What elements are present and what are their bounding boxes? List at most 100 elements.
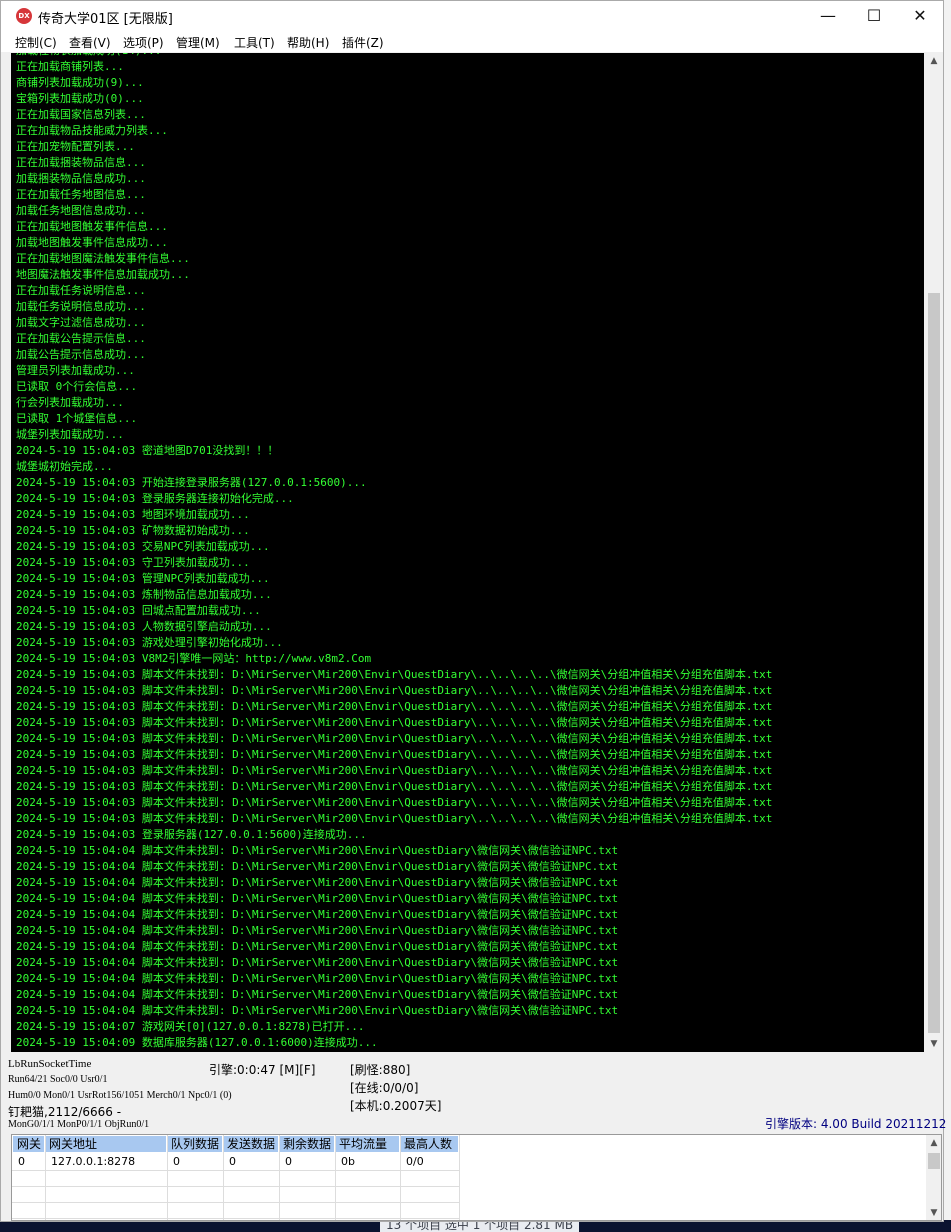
menu-control[interactable]: 控制(C) (15, 34, 57, 51)
log-line: 城堡列表加载成功... (16, 428, 124, 441)
log-line: 商铺列表加载成功(9)... (16, 76, 144, 89)
gate-cell-id: 0 (18, 1155, 25, 1168)
log-line: 2024-5-19 15:04:03 脚本文件未找到: D:\MirServer… (16, 732, 773, 745)
log-line: 正在加载公告提示信息... (16, 332, 146, 345)
log-line: 2024-5-19 15:04:04 脚本文件未找到: D:\MirServer… (16, 892, 619, 905)
log-line: 2024-5-19 15:04:03 脚本文件未找到: D:\MirServer… (16, 796, 773, 809)
run-stats: Run64/21 Soc0/0 Usr0/1 (8, 1074, 108, 1085)
log-line: 2024-5-19 15:04:03 登录服务器(127.0.0.1:5600)… (16, 828, 367, 841)
log-line: 2024-5-19 15:04:07 游戏网关[0](127.0.0.1:827… (16, 1020, 365, 1033)
gate-col-header[interactable]: 网关地址 (45, 1136, 167, 1152)
minimize-icon[interactable]: — (805, 1, 851, 32)
log-line: 2024-5-19 15:04:04 脚本文件未找到: D:\MirServer… (16, 940, 619, 953)
log-line: 2024-5-19 15:04:03 地图环境加载成功... (16, 508, 250, 521)
log-line: 2024-5-19 15:04:03 密道地图D701没找到！！！ (16, 444, 279, 457)
app-icon: DX (16, 8, 32, 24)
menu-bar: 控制(C) 查看(V) 选项(P) 管理(M) 工具(T) 帮助(H) 插件(Z… (1, 32, 943, 52)
log-line: 2024-5-19 15:04:04 脚本文件未找到: D:\MirServer… (16, 1004, 619, 1017)
log-line: 管理员列表加载成功... (16, 364, 135, 377)
log-line: 加载文字过滤信息成功... (16, 316, 146, 329)
log-line: 2024-5-19 15:04:04 脚本文件未找到: D:\MirServer… (16, 860, 619, 873)
log-line: 2024-5-19 15:04:03 V8M2引擎唯一网站：http://www… (16, 652, 372, 665)
scroll-thumb[interactable] (928, 293, 940, 1033)
log-line: 2024-5-19 15:04:03 脚本文件未找到: D:\MirServer… (16, 812, 773, 825)
log-line: 加载任务说明信息成功... (16, 300, 146, 313)
log-line: 已读取 0个行会信息... (16, 380, 138, 393)
maximize-icon[interactable]: ☐ (851, 1, 897, 32)
col-divider (223, 1135, 224, 1220)
log-line: 正在加宠物配置列表... (16, 140, 135, 153)
server-window: DX 传奇大学01区 [无限版] — ☐ ✕ 控制(C) 查看(V) 选项(P)… (0, 0, 947, 1222)
log-scrollbar[interactable]: ▲ ▼ (926, 53, 942, 1052)
gate-col-header[interactable]: 平均流量 (335, 1136, 400, 1152)
log-line: 宝箱列表加载成功(0)... (16, 92, 144, 105)
menu-plugins[interactable]: 插件(Z) (342, 34, 384, 51)
scroll-down-icon[interactable]: ▼ (926, 1205, 941, 1220)
engine-time: 引擎:0:0:47 [M][F] (209, 1063, 316, 1077)
scroll-up-icon[interactable]: ▲ (926, 1135, 941, 1151)
scroll-down-icon[interactable]: ▼ (926, 1036, 942, 1052)
log-line: 2024-5-19 15:04:03 游戏处理引擎初始化成功... (16, 636, 283, 649)
log-line: 2024-5-19 15:04:03 回城点配置加载成功... (16, 604, 261, 617)
close-icon[interactable]: ✕ (897, 1, 943, 32)
gate-col-header[interactable]: 队列数据 (167, 1136, 223, 1152)
log-line: 正在加载国家信息列表... (16, 108, 146, 121)
log-line: 正在加载商铺列表... (16, 60, 124, 73)
log-line: 2024-5-19 15:04:03 炼制物品信息加载成功... (16, 588, 272, 601)
gate-cell-address: 127.0.0.1:8278 (51, 1155, 136, 1168)
log-line: 城堡城初始完成... (16, 460, 113, 473)
log-line: 2024-5-19 15:04:03 脚本文件未找到: D:\MirServer… (16, 684, 773, 697)
row-divider (12, 1202, 459, 1203)
status-panel: LbRunSocketTime Run64/21 Soc0/0 Usr0/1 H… (1, 1053, 947, 1133)
col-divider (167, 1135, 168, 1220)
log-line: 2024-5-19 15:04:03 人物数据引擎启动成功... (16, 620, 272, 633)
scroll-up-icon[interactable]: ▲ (926, 53, 942, 69)
log-line: 2024-5-19 15:04:04 脚本文件未找到: D:\MirServer… (16, 956, 619, 969)
log-line: 2024-5-19 15:04:03 脚本文件未找到: D:\MirServer… (16, 748, 773, 761)
log-line: 加载任务地图信息成功... (16, 204, 146, 217)
gate-cell-avg-flow: 0b (341, 1155, 355, 1168)
log-line: 地图魔法触发事件信息加载成功... (16, 268, 190, 281)
log-line: 2024-5-19 15:04:03 脚本文件未找到: D:\MirServer… (16, 780, 773, 793)
log-line: 2024-5-19 15:04:03 脚本文件未找到: D:\MirServer… (16, 668, 773, 681)
log-line: 2024-5-19 15:04:03 开始连接登录服务器(127.0.0.1:5… (16, 476, 367, 489)
log-line: 正在加载物品技能威力列表... (16, 124, 168, 137)
log-line: 2024-5-19 15:04:03 矿物数据初始成功... (16, 524, 250, 537)
log-line: 2024-5-19 15:04:03 脚本文件未找到: D:\MirServer… (16, 700, 773, 713)
log-line: 正在加载捆装物品信息... (16, 156, 146, 169)
log-line: 2024-5-19 15:04:03 守卫列表加载成功... (16, 556, 250, 569)
gate-col-header[interactable]: 发送数据 (223, 1136, 279, 1152)
log-line: 正在加载任务说明信息... (16, 284, 146, 297)
menu-manage[interactable]: 管理(M) (176, 34, 220, 51)
log-line: 2024-5-19 15:04:09 数据库服务器(127.0.0.1:6000… (16, 1036, 378, 1049)
gate-col-header[interactable]: 最高人数 (400, 1136, 459, 1152)
log-line: 行会列表加载成功... (16, 396, 124, 409)
col-divider (335, 1135, 336, 1220)
log-console[interactable]: 加载怪物表加载成功(14)...正在加载商铺列表...商铺列表加载成功(9)..… (11, 53, 924, 1052)
scroll-thumb[interactable] (928, 1153, 940, 1169)
gate-table-scrollbar[interactable]: ▲ ▼ (926, 1135, 941, 1220)
gate-cell-remaining: 0 (285, 1155, 292, 1168)
gate-cell-max-users: 0/0 (406, 1155, 424, 1168)
gate-cell-sent: 0 (229, 1155, 236, 1168)
window-title: 传奇大学01区 [无限版] (38, 12, 173, 27)
gate-col-header[interactable]: 网关 (13, 1136, 45, 1152)
gate-col-header[interactable]: 剩余数据 (279, 1136, 335, 1152)
engine-version: 引擎版本: 4.00 Build 20211212 (765, 1117, 947, 1131)
log-line: 2024-5-19 15:04:04 脚本文件未找到: D:\MirServer… (16, 924, 619, 937)
col-divider (279, 1135, 280, 1220)
log-line: 2024-5-19 15:04:04 脚本文件未找到: D:\MirServer… (16, 844, 619, 857)
hum-stats: Hum0/0 Mon0/1 UsrRot156/1051 Merch0/1 Np… (8, 1090, 232, 1101)
menu-help[interactable]: 帮助(H) (287, 34, 329, 51)
log-line: 2024-5-19 15:04:03 脚本文件未找到: D:\MirServer… (16, 716, 773, 729)
menu-view[interactable]: 查看(V) (69, 34, 111, 51)
log-line: 2024-5-19 15:04:03 交易NPC列表加载成功... (16, 540, 270, 553)
menu-tools[interactable]: 工具(T) (234, 34, 275, 51)
background-desktop-right (944, 0, 951, 1232)
gate-table[interactable]: 网关 网关地址 队列数据 发送数据 剩余数据 平均流量 最高人数 0 127.0… (11, 1134, 942, 1221)
log-line: 已读取 1个城堡信息... (16, 412, 138, 425)
log-line: 正在加载地图触发事件信息... (16, 220, 168, 233)
title-bar[interactable]: DX 传奇大学01区 [无限版] — ☐ ✕ (1, 1, 943, 32)
local-machine: [本机:0.2007天] (350, 1099, 442, 1113)
menu-options[interactable]: 选项(P) (123, 34, 164, 51)
